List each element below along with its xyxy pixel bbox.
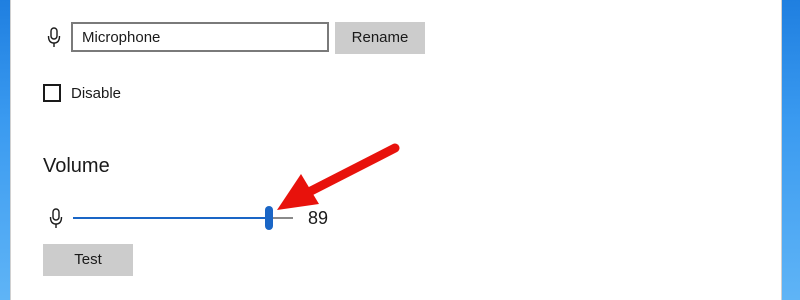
volume-heading: Volume (43, 155, 110, 177)
device-name-input[interactable] (71, 22, 329, 52)
arrow-icon (273, 138, 403, 218)
microphone-icon (47, 27, 61, 49)
sound-device-properties-panel: Rename Disable Volume 89 Test (10, 0, 782, 300)
volume-slider[interactable] (73, 206, 293, 230)
volume-slider-thumb[interactable] (264, 206, 273, 230)
microphone-icon (49, 208, 63, 230)
test-button[interactable]: Test (43, 244, 133, 276)
disable-checkbox[interactable] (43, 84, 61, 102)
volume-slider-fill (73, 217, 269, 219)
rename-button[interactable]: Rename (335, 22, 425, 54)
disable-checkbox-label: Disable (71, 85, 122, 102)
